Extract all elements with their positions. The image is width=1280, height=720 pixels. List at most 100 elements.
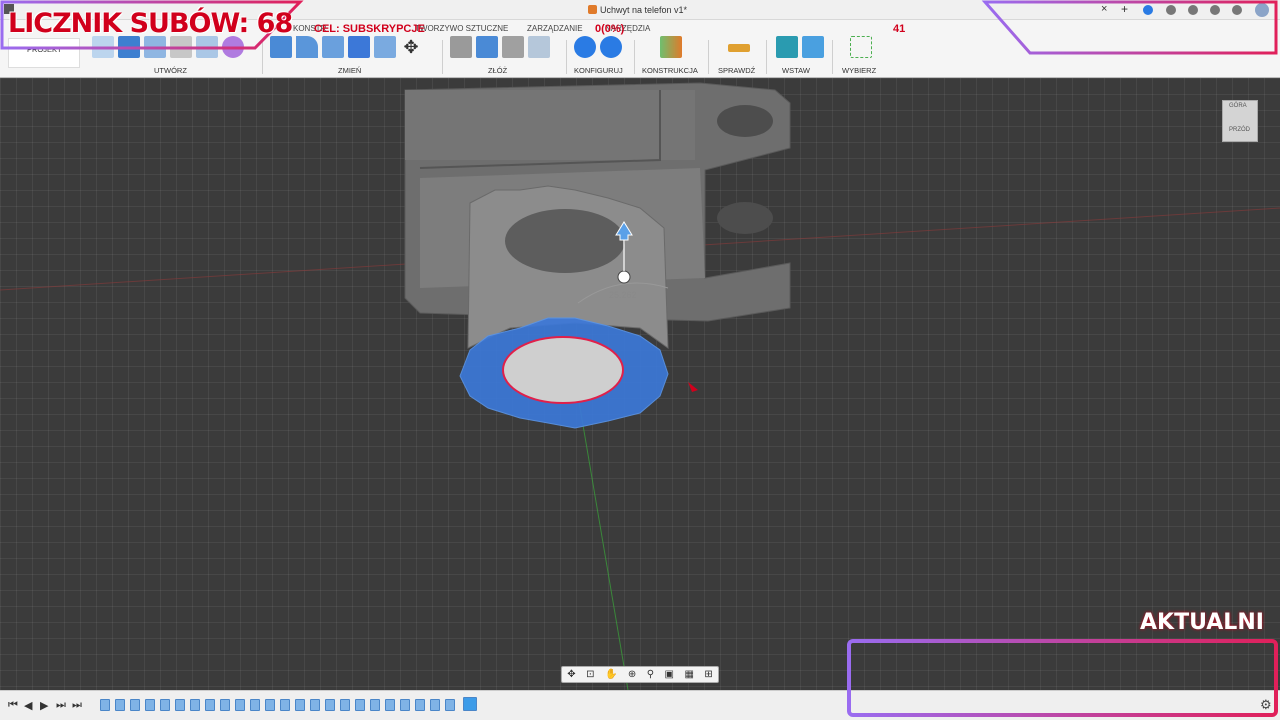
canvas-viewport[interactable]: 25.262 GÓRA PRZÓD: [0, 78, 1280, 690]
separator: [832, 40, 833, 74]
play-icon[interactable]: ▶: [40, 699, 48, 712]
timeline-feature[interactable]: [115, 699, 125, 711]
timeline-feature-active[interactable]: [463, 697, 477, 711]
insert-derive-icon[interactable]: [776, 36, 798, 58]
project-label: PROJEKT: [27, 45, 62, 54]
phone-holder-model: [404, 82, 791, 429]
group-label-inspect[interactable]: SPRAWDŹ: [718, 66, 755, 75]
group-inspect: SPRAWDŹ: [718, 36, 755, 76]
close-tab-icon[interactable]: ×: [1101, 3, 1107, 15]
extrude-icon[interactable]: [118, 36, 140, 58]
step-back-icon[interactable]: ◀: [24, 699, 32, 712]
joint-icon[interactable]: [450, 36, 472, 58]
revolve-icon[interactable]: [144, 36, 166, 58]
timeline-feature[interactable]: [175, 699, 185, 711]
timeline-feature[interactable]: [265, 699, 275, 711]
timeline-feature[interactable]: [205, 699, 215, 711]
configure-table-icon[interactable]: [600, 36, 622, 58]
timeline-feature[interactable]: [385, 699, 395, 711]
timeline-feature[interactable]: [220, 699, 230, 711]
pan-icon[interactable]: ✋: [605, 669, 617, 680]
goal-number: 41: [893, 23, 906, 35]
group-insert: WSTAW: [776, 36, 824, 76]
tab-zarzadzanie[interactable]: ZARZĄDZANIE: [527, 24, 583, 33]
go-to-start-icon[interactable]: ⏮: [8, 699, 18, 712]
dimension-readout[interactable]: 25.262: [609, 290, 637, 300]
split-icon[interactable]: [374, 36, 396, 58]
timeline-feature[interactable]: [295, 699, 305, 711]
grid-icon[interactable]: ▦: [684, 669, 693, 680]
history-icon[interactable]: [1166, 5, 1176, 15]
group-label-insert[interactable]: WSTAW: [782, 66, 810, 75]
timeline-feature[interactable]: [235, 699, 245, 711]
insert-image-icon[interactable]: [802, 36, 824, 58]
avatar[interactable]: [1255, 3, 1269, 17]
press-pull-icon[interactable]: [270, 36, 292, 58]
timeline-feature[interactable]: [370, 699, 380, 711]
extensions-icon[interactable]: [1143, 5, 1153, 15]
timeline-feature[interactable]: [190, 699, 200, 711]
group-label-create[interactable]: UTWÓRZ: [154, 66, 187, 75]
pattern-icon[interactable]: [196, 36, 218, 58]
timeline-feature[interactable]: [400, 699, 410, 711]
form-icon[interactable]: [222, 36, 244, 58]
cursor-pointer: [688, 382, 698, 392]
group-label-construct[interactable]: KONSTRUKCJA: [642, 66, 698, 75]
group-label-modify[interactable]: ZMIEŃ: [338, 66, 361, 75]
select-icon[interactable]: [850, 36, 872, 58]
timeline-feature[interactable]: [160, 699, 170, 711]
group-label-select[interactable]: WYBIERZ: [842, 66, 876, 75]
go-to-end-icon[interactable]: ⏭: [72, 699, 82, 712]
configure-icon[interactable]: [574, 36, 596, 58]
mount-hole: [717, 105, 773, 137]
separator: [442, 40, 443, 74]
new-tab-icon[interactable]: +: [1121, 2, 1128, 16]
sketch-icon[interactable]: [92, 36, 114, 58]
aktual-label: AKTUALNI: [1140, 610, 1264, 635]
project-dropdown[interactable]: PROJEKT: [8, 38, 80, 68]
help-icon[interactable]: [1232, 5, 1242, 15]
plane-icon[interactable]: [660, 36, 682, 58]
as-built-joint-icon[interactable]: [502, 36, 524, 58]
model-scene[interactable]: [0, 78, 1280, 690]
timeline-feature[interactable]: [100, 699, 110, 711]
bore-edge-selected: [502, 336, 624, 404]
look-at-icon[interactable]: ⊡: [586, 669, 594, 680]
window-title: Uchwyt na telefon v1*: [600, 5, 688, 15]
hole-icon[interactable]: [170, 36, 192, 58]
timeline-feature[interactable]: [280, 699, 290, 711]
timeline-feature[interactable]: [250, 699, 260, 711]
timeline-feature[interactable]: [340, 699, 350, 711]
tab-tworzywo[interactable]: TWORZYWO SZTUCZNE: [415, 24, 508, 33]
timeline-settings-icon[interactable]: ⚙: [1260, 697, 1272, 713]
orbit-icon[interactable]: ✥: [567, 669, 575, 680]
timeline-feature[interactable]: [445, 699, 455, 711]
notifications-icon[interactable]: [1210, 5, 1220, 15]
mount-hole: [717, 202, 773, 234]
move-icon[interactable]: ✥: [400, 36, 422, 58]
jobs-icon[interactable]: [1188, 5, 1198, 15]
timeline-feature[interactable]: [415, 699, 425, 711]
group-label-assemble[interactable]: ZŁÓŻ: [488, 66, 507, 75]
fit-icon[interactable]: ⚲: [647, 669, 654, 680]
combine-icon[interactable]: [348, 36, 370, 58]
timeline-feature[interactable]: [355, 699, 365, 711]
bom-icon[interactable]: [528, 36, 550, 58]
timeline-feature[interactable]: [145, 699, 155, 711]
view-cube[interactable]: GÓRA PRZÓD: [1222, 100, 1258, 142]
group-construct: KONSTRUKCJA: [642, 36, 698, 76]
measure-icon[interactable]: [728, 44, 750, 52]
zoom-icon[interactable]: ⊕: [628, 669, 636, 680]
timeline-feature[interactable]: [325, 699, 335, 711]
display-settings-icon[interactable]: ▣: [665, 669, 674, 680]
fillet-icon[interactable]: [296, 36, 318, 58]
timeline-feature[interactable]: [130, 699, 140, 711]
group-create: UTWÓRZ: [92, 36, 244, 76]
viewports-icon[interactable]: ⊞: [704, 669, 712, 680]
step-forward-icon[interactable]: ⏭: [56, 699, 66, 712]
group-label-configure[interactable]: KONFIGURUJ: [574, 66, 623, 75]
new-component-icon[interactable]: [476, 36, 498, 58]
timeline-feature[interactable]: [310, 699, 320, 711]
timeline-feature[interactable]: [430, 699, 440, 711]
shell-icon[interactable]: [322, 36, 344, 58]
